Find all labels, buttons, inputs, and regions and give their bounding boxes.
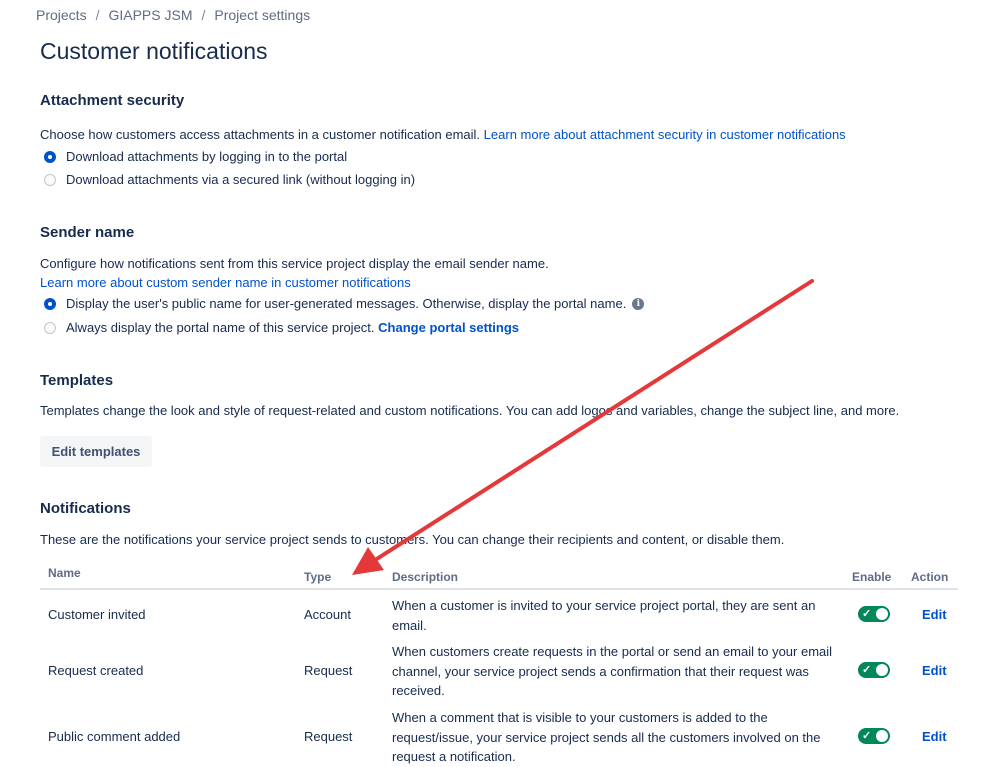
enable-toggle[interactable]: ✓ [858,662,890,678]
attachment-option-login[interactable]: Download attachments by logging in to th… [44,149,347,164]
check-icon: ✓ [862,608,872,620]
radio-selected[interactable] [44,297,56,310]
toggle-knob [876,664,888,676]
notification-type: Account [304,607,351,622]
radio-unselected[interactable] [44,321,56,334]
notification-name: Request created [48,663,144,678]
notification-name: Customer invited [48,607,146,622]
edit-templates-button[interactable]: Edit templates [40,436,152,467]
sender-name-heading: Sender name [40,224,135,241]
column-header-name[interactable]: Name [48,566,81,580]
attachment-security-heading: Attachment security [40,92,185,109]
breadcrumb-projects[interactable]: Projects [36,7,87,23]
edit-link[interactable]: Edit [922,729,947,744]
sender-name-learn-more-link[interactable]: Learn more about custom sender name in c… [40,275,411,290]
toggle-knob [876,608,888,620]
breadcrumb-project-settings[interactable]: Project settings [214,7,310,23]
sender-option-portal-name-label: Always display the portal name of this s… [66,320,520,335]
attachment-security-learn-more-link[interactable]: Learn more about attachment security in … [484,127,846,142]
notification-name: Public comment added [48,729,181,744]
notification-type: Request [304,729,353,744]
radio-selected[interactable] [44,150,56,163]
breadcrumb-project[interactable]: GIAPPS JSM [108,7,192,23]
breadcrumb: Projects / GIAPPS JSM / Project settings [36,7,310,23]
radio-unselected[interactable] [44,173,56,186]
notification-description: When a customer is invited to your servi… [392,598,816,633]
attachment-option-secured-link-label: Download attachments via a secured link … [66,172,416,187]
attachment-option-login-label: Download attachments by logging in to th… [66,149,348,164]
column-header-action: Action [911,570,949,584]
breadcrumb-separator: / [95,7,100,23]
templates-heading: Templates [40,372,114,389]
sender-option-portal-name[interactable]: Always display the portal name of this s… [44,320,519,335]
templates-description: Templates change the look and style of r… [40,403,900,418]
sender-option-public-name[interactable]: Display the user's public name for user-… [44,296,645,311]
column-header-description: Description [392,570,459,584]
sender-name-description: Configure how notifications sent from th… [40,256,549,271]
sender-option-public-name-label: Display the user's public name for user-… [66,296,627,311]
info-icon[interactable]: i [632,297,645,310]
toggle-knob [876,730,888,742]
edit-link[interactable]: Edit [922,607,947,622]
notification-description: When customers create requests in the po… [392,644,833,698]
edit-link[interactable]: Edit [922,663,947,678]
column-header-type[interactable]: Type [304,570,331,584]
attachment-option-secured-link[interactable]: Download attachments via a secured link … [44,172,415,187]
table-header-divider [40,588,958,590]
attachment-security-description: Choose how customers access attachments … [40,127,846,142]
notification-type: Request [304,663,353,678]
check-icon: ✓ [862,664,872,676]
check-icon: ✓ [862,730,872,742]
arrow-head [352,547,384,575]
enable-toggle[interactable]: ✓ [858,606,890,622]
page-title: Customer notifications [40,38,268,64]
notifications-heading: Notifications [40,500,131,517]
breadcrumb-separator: / [201,7,206,23]
change-portal-settings-link[interactable]: Change portal settings [378,320,519,335]
notifications-description: These are the notifications your service… [40,532,785,547]
column-header-enable: Enable [852,570,892,584]
enable-toggle[interactable]: ✓ [858,728,890,744]
